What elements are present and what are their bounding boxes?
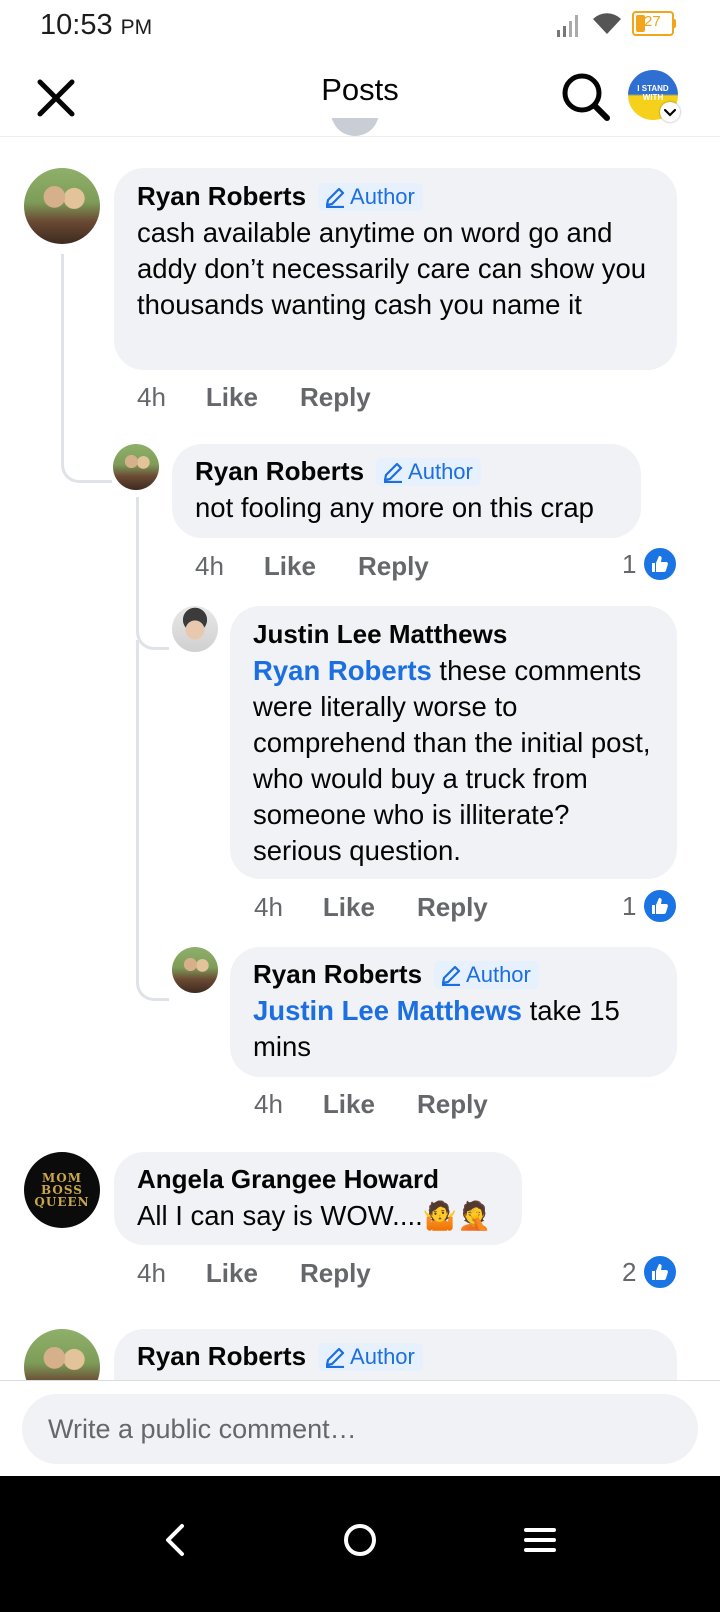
like-button[interactable]: Like [323,892,375,923]
author-badge: Author [318,182,423,211]
pencil-icon [325,187,345,208]
mention-link[interactable]: Ryan Roberts [253,655,432,686]
reaction-count[interactable]: 1 [622,888,679,924]
thread-line [61,254,112,483]
like-button[interactable]: Like [206,382,258,413]
like-button[interactable]: Like [323,1089,375,1120]
comment-input-placeholder: Write a public comment… [48,1413,357,1444]
reply-button[interactable]: Reply [358,551,429,582]
reaction-count-value: 1 [622,548,637,579]
author-badge: Author [434,960,539,989]
thread-line [136,640,169,1001]
author-badge: Author [318,1342,423,1371]
comment-text: Justin Lee Matthews take 15 mins [253,993,655,1065]
thumbs-up-icon [642,888,679,924]
author-badge-label: Author [350,1343,415,1369]
header-divider [0,136,720,137]
clock-ampm: PM [120,16,153,39]
reply-button[interactable]: Reply [300,382,371,413]
comment-bubble[interactable]: Ryan Roberts Author not fooling any more… [172,444,641,538]
comment-text: All I can say is WOW....🤷🤦 [137,1200,492,1231]
author-badge-label: Author [466,961,531,987]
comment-bubble[interactable]: Justin Lee Matthews Ryan Roberts these c… [230,606,677,879]
comment-actions: 4h Like Reply [137,380,371,414]
author-badge-label: Author [350,183,415,209]
home-icon [344,1524,376,1556]
author-badge: Author [376,457,481,486]
like-button[interactable]: Like [264,551,316,582]
comment-author-name[interactable]: Ryan Roberts [137,1341,306,1372]
thumbs-up-icon [642,1254,679,1290]
avatar[interactable] [172,606,218,652]
avatar[interactable] [113,444,159,490]
chevron-down-icon [660,102,680,122]
pencil-icon [383,462,403,483]
reaction-count-value: 1 [622,890,637,921]
thread-line [136,497,169,650]
reply-button[interactable]: Reply [417,1089,488,1120]
reaction-count[interactable]: 2 [622,1254,679,1290]
reply-button[interactable]: Reply [417,892,488,923]
avatar[interactable] [24,168,100,244]
comment-text: cash available anytime on word go and ad… [137,217,647,320]
menu-icon [524,1528,556,1552]
profile-avatar-text: I STAND WITH [637,84,669,102]
system-nav-bar [0,1476,720,1612]
comment-actions: 4h Like Reply [254,1087,488,1121]
pencil-icon [441,965,461,986]
comment-actions: 4h Like Reply [195,549,429,583]
author-badge-label: Author [408,458,473,484]
search-icon [562,73,610,121]
reaction-count[interactable]: 1 [622,546,679,582]
comment-author-name[interactable]: Ryan Roberts [195,456,364,487]
comment-body: these comments were literally worse to c… [253,655,651,866]
comment-text: not fooling any more on this crap [195,492,594,523]
comment-bubble[interactable]: Angela Grangee Howard All I can say is W… [114,1152,522,1245]
comment-composer-bar: Write a public comment… [0,1380,720,1477]
clock: 10:53 PM [40,9,152,42]
comment-actions: 4h Like Reply [254,890,488,924]
comment-time: 4h [137,381,166,412]
wifi-icon [593,13,621,35]
avatar[interactable]: MOM BOSS QUEEN [24,1152,100,1228]
comment-author-name[interactable]: Justin Lee Matthews [253,619,507,650]
search-button[interactable] [557,68,615,126]
comment-actions: 4h Like Reply [137,1256,371,1290]
avatar[interactable] [172,947,218,993]
like-button[interactable]: Like [206,1258,258,1289]
reaction-count-value: 2 [622,1256,637,1287]
comment-bubble[interactable]: Ryan Roberts Author Justin Lee Matthews … [230,947,677,1077]
status-bar: 10:53 PM 27 [0,0,720,50]
profile-menu-button[interactable]: I STAND WITH [628,70,684,126]
thumbs-up-icon [642,546,679,582]
signal-icon [557,15,578,37]
home-button[interactable] [320,1500,400,1580]
comment-author-name[interactable]: Ryan Roberts [253,959,422,990]
comment-author-name[interactable]: Angela Grangee Howard [137,1164,439,1195]
back-button[interactable] [136,1500,216,1580]
back-icon [166,1524,184,1556]
comment-author-name[interactable]: Ryan Roberts [137,181,306,212]
battery-icon: 27 [632,11,676,36]
comment-input[interactable]: Write a public comment… [22,1394,698,1464]
comment-time: 4h [254,1088,283,1119]
recents-button[interactable] [500,1500,580,1580]
mention-link[interactable]: Justin Lee Matthews [253,995,522,1026]
clock-time: 10:53 [40,9,113,41]
battery-level: 27 [644,13,661,30]
comment-bubble[interactable]: Ryan Roberts Author cash available anyti… [114,168,677,370]
partial-avatar [331,118,379,136]
avatar-text: MOM BOSS QUEEN [34,1171,90,1209]
comment-time: 4h [195,550,224,581]
pencil-icon [325,1347,345,1368]
reply-button[interactable]: Reply [300,1258,371,1289]
comment-time: 4h [137,1257,166,1288]
comment-time: 4h [254,891,283,922]
comment-text: Ryan Roberts these comments were literal… [253,653,655,869]
